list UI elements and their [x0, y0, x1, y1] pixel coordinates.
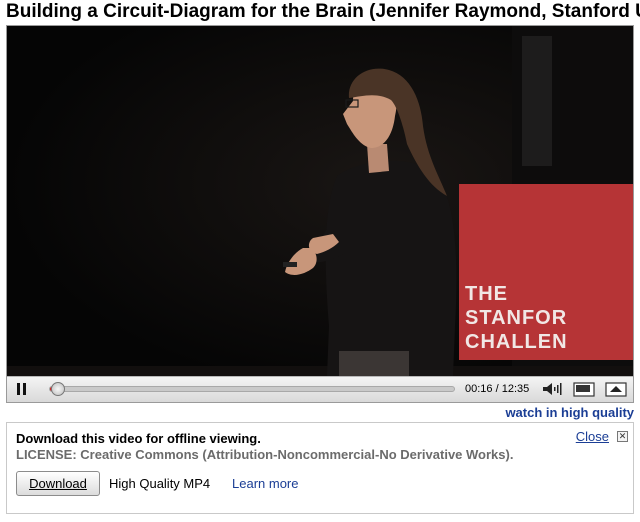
popout-icon — [573, 381, 595, 397]
download-panel: Download this video for offline viewing.… — [6, 422, 634, 514]
banner-line-1: THE — [465, 283, 508, 305]
video-player[interactable]: THE STANFOR CHALLEN 00:16 / 12:35 — [6, 25, 634, 403]
video-still: THE STANFOR CHALLEN — [7, 26, 633, 376]
expand-button[interactable] — [603, 379, 629, 399]
format-label: High Quality MP4 — [109, 476, 211, 491]
volume-icon — [543, 383, 562, 395]
scrub-handle[interactable] — [51, 382, 66, 396]
video-title: Building a Circuit-Diagram for the Brain… — [6, 1, 640, 22]
close-link[interactable]: Close — [576, 429, 609, 444]
learn-more-link[interactable]: Learn more — [232, 476, 298, 491]
expand-icon — [605, 381, 627, 397]
close-icon[interactable]: ✕ — [617, 431, 628, 442]
pause-icon — [17, 383, 26, 395]
banner-line-2: STANFOR — [465, 307, 567, 329]
player-controls: 00:16 / 12:35 — [7, 376, 633, 402]
watch-hq-link[interactable]: watch in high quality — [505, 405, 634, 420]
download-button[interactable]: Download — [16, 471, 100, 496]
download-heading: Download this video for offline viewing. — [16, 431, 261, 446]
popout-button[interactable] — [571, 379, 597, 399]
time-separator: / — [495, 383, 499, 395]
progress-bar[interactable] — [49, 382, 455, 396]
license-text: LICENSE: Creative Commons (Attribution-N… — [16, 447, 514, 462]
time-display: 00:16 / 12:35 — [465, 383, 529, 395]
duration: 12:35 — [501, 383, 530, 395]
volume-button[interactable] — [539, 379, 565, 399]
pause-button[interactable] — [9, 379, 35, 399]
banner-line-3: CHALLEN — [465, 331, 568, 353]
video-frame[interactable]: THE STANFOR CHALLEN — [7, 26, 633, 376]
current-time: 00:16 — [465, 383, 493, 395]
